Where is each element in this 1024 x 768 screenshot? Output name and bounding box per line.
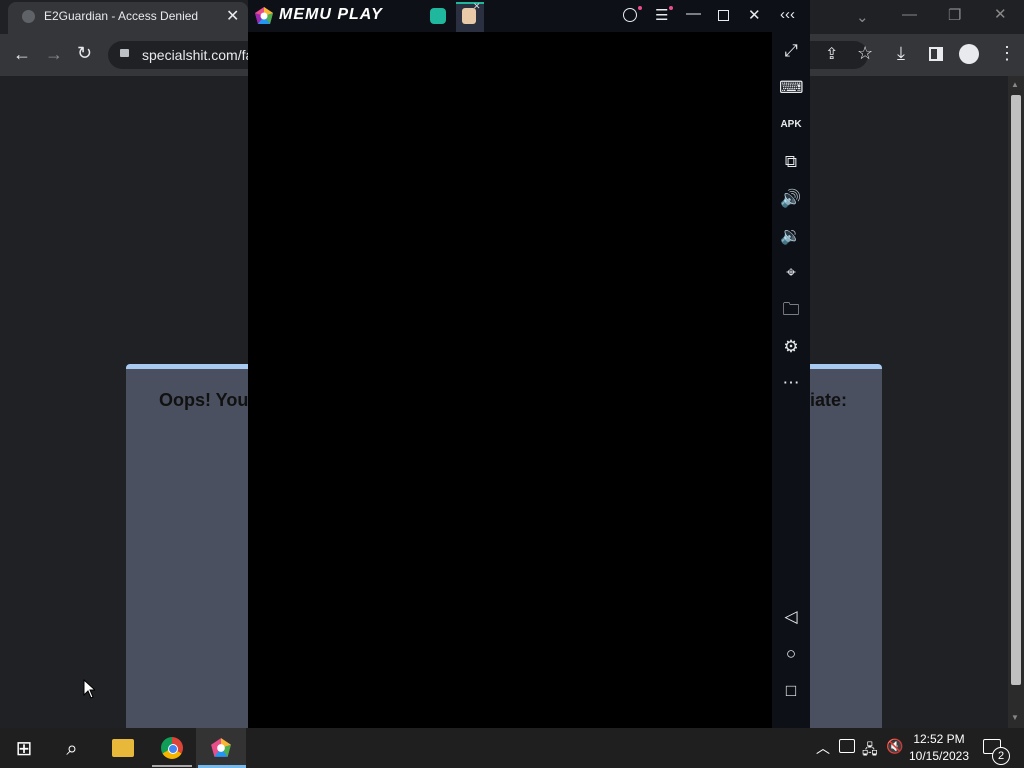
clock-time[interactable]: 12:52 PM	[906, 732, 972, 746]
chrome-running-indicator	[152, 765, 192, 767]
chrome-center-icon	[168, 744, 178, 754]
file-explorer-icon[interactable]	[112, 739, 134, 757]
windows-start-icon[interactable]: ⊞	[6, 734, 42, 764]
memu-taskbar-icon	[211, 738, 231, 757]
android-recents-icon[interactable]: □	[779, 679, 803, 703]
memu-minimize-icon[interactable]: —	[686, 5, 701, 22]
scrollbar-thumb[interactable]	[1011, 95, 1021, 685]
memu-brand: MEMU PLAY	[279, 6, 383, 23]
more-icon[interactable]: ⋯	[779, 371, 803, 395]
kebab-menu-icon[interactable]: ⋮	[998, 43, 1016, 64]
scroll-up-icon[interactable]: ▲	[1011, 80, 1019, 89]
memu-menu-icon[interactable]: ☰	[655, 6, 668, 24]
menu-notification-dot	[669, 6, 673, 10]
multi-instance-icon[interactable]: ⧉	[779, 150, 803, 174]
back-arrow-icon[interactable]: ←	[13, 44, 31, 65]
memu-close-icon[interactable]: ✕	[748, 6, 761, 24]
location-icon[interactable]: ⌖	[779, 261, 803, 285]
notification-count-badge: 2	[992, 747, 1010, 765]
card-message-end: iate:	[810, 390, 848, 410]
reload-icon[interactable]: ↻	[77, 43, 92, 64]
profile-icon[interactable]	[959, 44, 979, 64]
memu-maximize-icon[interactable]	[718, 10, 729, 21]
update-tray-icon[interactable]	[839, 739, 855, 753]
volume-muted-icon[interactable]: 🔇	[886, 738, 903, 755]
app-shortcut-icon[interactable]	[430, 8, 446, 24]
mouse-cursor-icon	[83, 679, 95, 699]
search-icon[interactable]: ⌕	[54, 734, 90, 764]
folder-icon[interactable]: 🗀	[779, 298, 803, 322]
chrome-minimize-icon[interactable]: —	[902, 6, 917, 23]
android-back-icon[interactable]: ◁	[779, 605, 803, 629]
lock-icon[interactable]	[120, 49, 129, 57]
fullscreen-icon[interactable]: ⤢	[779, 39, 803, 63]
memu-window[interactable]	[248, 0, 810, 728]
tab-search-chevron-icon[interactable]: ⌄	[856, 8, 869, 26]
instance-tab-close-icon[interactable]: ✕	[473, 1, 481, 12]
forward-arrow-icon[interactable]: →	[45, 44, 63, 65]
tab-favicon-icon	[22, 10, 35, 23]
share-icon[interactable]: ⇪	[825, 44, 838, 64]
url-text: specialshit.com/fa	[142, 47, 254, 63]
download-icon[interactable]: ⤓	[897, 43, 905, 64]
volume-down-icon[interactable]: 🔉	[779, 224, 803, 248]
show-hidden-icons-icon[interactable]: ︿	[816, 738, 830, 758]
keyboard-icon[interactable]: ⌨	[779, 76, 804, 100]
settings-icon[interactable]: ⚙	[779, 335, 803, 359]
android-home-icon[interactable]: ○	[779, 642, 803, 666]
clock-date[interactable]: 10/15/2023	[906, 749, 972, 763]
memu-collapse-sidebar-icon[interactable]: ‹‹‹	[780, 6, 795, 23]
account-notification-dot	[638, 6, 642, 10]
volume-up-icon[interactable]: 🔊	[779, 187, 803, 211]
memu-logo-icon	[255, 7, 273, 24]
bookmark-star-icon[interactable]: ☆	[857, 43, 873, 64]
chrome-close-icon[interactable]: ✕	[994, 5, 1007, 23]
network-icon[interactable]: 🖧	[862, 739, 878, 763]
chrome-restore-icon[interactable]: ❐	[948, 6, 961, 24]
side-panel-icon[interactable]	[929, 47, 943, 61]
tab-close-icon[interactable]: ✕	[226, 6, 239, 26]
card-message-start: Oops! You	[159, 390, 249, 410]
apk-icon[interactable]: APK	[779, 113, 803, 137]
scroll-down-icon[interactable]: ▼	[1011, 713, 1019, 722]
account-icon[interactable]	[623, 8, 637, 22]
tab-title: E2Guardian - Access Denied	[44, 9, 199, 23]
